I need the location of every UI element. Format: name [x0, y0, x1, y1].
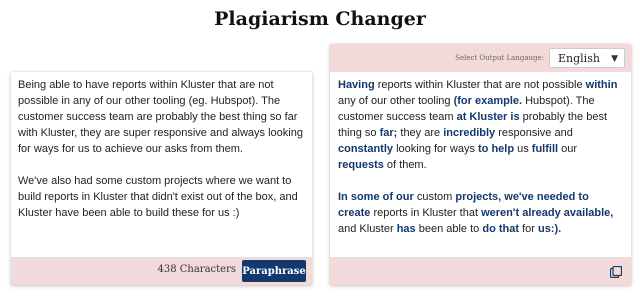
changed-segment: In some of our — [338, 191, 414, 203]
changed-segment: do that — [482, 223, 520, 235]
input-textarea[interactable]: Being able to have reports within Kluste… — [18, 77, 304, 221]
changed-segment: fulfill — [531, 143, 559, 155]
changed-segment: at Kluster is — [456, 111, 520, 123]
changed-segment: incredibly — [443, 127, 496, 139]
changed-segment: requests — [338, 159, 384, 171]
unchanged-segment: for — [519, 223, 538, 235]
output-paragraph: Having reports within Kluster that are n… — [338, 77, 624, 173]
changed-segment: constantly — [338, 143, 394, 155]
copy-icon[interactable] — [609, 265, 623, 279]
output-paragraph: In some of our custom projects, we've ne… — [338, 189, 624, 237]
output-language-label: Select Output Langauge: — [455, 54, 544, 62]
output-panel: Select Output Langauge: English ▼ Having… — [330, 44, 631, 285]
changed-segment: Having — [338, 79, 375, 91]
page-title: Plagiarism Changer — [214, 8, 426, 30]
unchanged-segment: any of our other tooling — [338, 95, 454, 107]
selected-language: English — [558, 51, 600, 65]
paraphrase-button[interactable]: Paraphrase — [242, 260, 306, 282]
changed-segment: far; — [379, 127, 398, 139]
output-text: Having reports within Kluster that are n… — [338, 77, 624, 237]
changed-segment: (for example. — [453, 95, 523, 107]
unchanged-segment: reports within Kluster that are not poss… — [374, 79, 586, 91]
character-count: 438 Characters — [157, 264, 236, 275]
unchanged-segment: responsive and — [495, 127, 573, 139]
unchanged-segment: of them. — [383, 159, 427, 171]
output-language-select[interactable]: English ▼ — [549, 48, 625, 68]
unchanged-segment: us — [514, 143, 532, 155]
input-footer-bar: 438 Characters Paraphrase — [11, 257, 312, 285]
unchanged-segment: been able to — [415, 223, 483, 235]
changed-segment: has — [396, 223, 416, 235]
changed-segment: within — [585, 79, 618, 91]
unchanged-segment: custom — [413, 191, 456, 203]
unchanged-segment: our — [558, 143, 578, 155]
output-header-bar: Select Output Langauge: English ▼ — [330, 44, 631, 72]
input-panel: Being able to have reports within Kluste… — [11, 72, 312, 285]
unchanged-segment: reports in Kluster that — [370, 207, 482, 219]
changed-segment: weren't already available, — [481, 207, 614, 219]
unchanged-segment: and Kluster — [338, 223, 397, 235]
changed-segment: us:). — [537, 223, 562, 235]
changed-segment: to help — [478, 143, 515, 155]
chevron-down-icon: ▼ — [611, 54, 618, 64]
unchanged-segment: looking for ways — [393, 143, 478, 155]
output-footer-bar — [330, 257, 631, 285]
unchanged-segment: they are — [397, 127, 444, 139]
